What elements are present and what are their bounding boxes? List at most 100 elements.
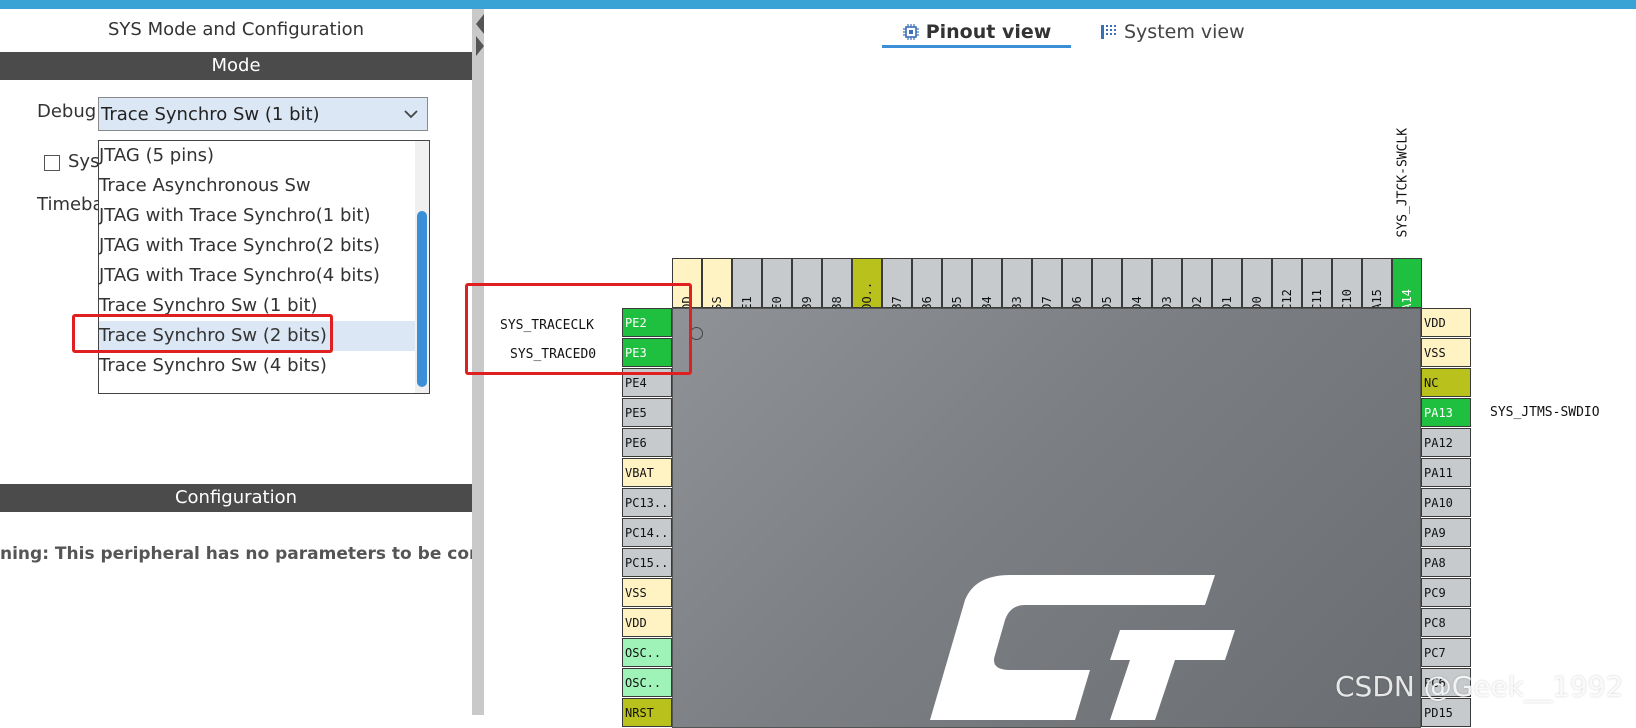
active-tab-indicator [882, 45, 1071, 48]
pin-right-pa10[interactable]: PA10 [1421, 488, 1471, 517]
dropdown-option[interactable]: JTAG with Trace Synchro(2 bits) [99, 231, 415, 261]
pin-top-pd2[interactable]: PD2 [1182, 258, 1212, 308]
pin-top-pd7[interactable]: PD7 [1032, 258, 1062, 308]
chevron-down-icon[interactable] [403, 107, 419, 121]
pin-top-pa15[interactable]: PA15 [1362, 258, 1392, 308]
pin-top-pd3[interactable]: PD3 [1152, 258, 1182, 308]
collapse-left-icon[interactable] [476, 14, 484, 34]
panel-title: SYS Mode and Configuration [108, 19, 364, 40]
watermark: CSDN @Geek__1992 [1335, 670, 1624, 703]
pin-right-pc9[interactable]: PC9 [1421, 578, 1471, 607]
pin-label: BOO.. [860, 281, 874, 308]
pin-label: VSS [710, 296, 724, 308]
debug-select[interactable]: Trace Synchro Sw (1 bit) [98, 97, 428, 131]
pin-label: PC12 [1280, 289, 1294, 308]
sys-checkbox-label: Sys [68, 151, 100, 172]
dropdown-option[interactable]: Trace Asynchronous Sw [99, 171, 415, 201]
pin-left-vbat[interactable]: VBAT [622, 458, 672, 487]
pin-left-pc14[interactable]: PC14.. [622, 518, 672, 547]
chip-icon [902, 24, 919, 40]
pin-label: PE0 [770, 296, 784, 308]
signal-label-pa13[interactable]: SYS_JTMS-SWDIO [1490, 405, 1600, 420]
expand-right-icon[interactable] [476, 36, 484, 56]
pin-label: PD6 [1070, 296, 1084, 308]
pin-right-pa13[interactable]: PA13 [1421, 398, 1471, 427]
pin-label: PA14 [1400, 289, 1414, 308]
pin-top-pb3[interactable]: PB3 [1002, 258, 1032, 308]
st-logo-icon [930, 575, 1235, 720]
pin-right-pc7[interactable]: PC7 [1421, 638, 1471, 667]
pin-top-pd6[interactable]: PD6 [1062, 258, 1092, 308]
pin-label: PB6 [920, 296, 934, 308]
pin-right-nc[interactable]: NC [1421, 368, 1471, 397]
pin-left-pe6[interactable]: PE6 [622, 428, 672, 457]
pin-label: PD4 [1130, 296, 1144, 308]
pin-right-vss[interactable]: VSS [1421, 338, 1471, 367]
pin-left-pe5[interactable]: PE5 [622, 398, 672, 427]
pin-top-pb5[interactable]: PB5 [942, 258, 972, 308]
pin-left-vdd[interactable]: VDD [622, 608, 672, 637]
pin-top-boo[interactable]: BOO.. [852, 258, 882, 308]
pin-top-pc12[interactable]: PC12 [1272, 258, 1302, 308]
pin-label: PB3 [1010, 296, 1024, 308]
tab-pinout-label: Pinout view [925, 21, 1052, 43]
pin-right-pa12[interactable]: PA12 [1421, 428, 1471, 457]
pin-label: PB9 [800, 296, 814, 308]
pin-top-pd1[interactable]: PD1 [1212, 258, 1242, 308]
pin-top-pb9[interactable]: PB9 [792, 258, 822, 308]
pin-label: PB4 [980, 296, 994, 308]
title-strip [0, 0, 1636, 9]
pin-label: PC10 [1340, 289, 1354, 308]
dropdown-option[interactable]: JTAG with Trace Synchro(4 bits) [99, 261, 415, 291]
debug-select-value: Trace Synchro Sw (1 bit) [101, 104, 320, 125]
debug-label: Debug [37, 101, 97, 122]
sys-checkbox[interactable] [44, 155, 60, 171]
pin-top-pb7[interactable]: PB7 [882, 258, 912, 308]
pin-left-pc15[interactable]: PC15.. [622, 548, 672, 577]
pin-top-vss[interactable]: VSS [702, 258, 732, 308]
pin-label: PB5 [950, 296, 964, 308]
pin-left-osc[interactable]: OSC.. [622, 638, 672, 667]
tab-system-view[interactable]: System view [1100, 15, 1245, 49]
pin-top-pd5[interactable]: PD5 [1092, 258, 1122, 308]
pin-label: PA15 [1370, 289, 1384, 308]
debug-dropdown-list[interactable]: JTAG (5 pins) Trace Asynchronous Sw JTAG… [98, 140, 430, 394]
pin-label: PC11 [1310, 289, 1324, 308]
pin-left-osc[interactable]: OSC.. [622, 668, 672, 697]
pin-top-pb4[interactable]: PB4 [972, 258, 1002, 308]
pin-top-pc11[interactable]: PC11 [1302, 258, 1332, 308]
dropdown-option[interactable]: JTAG (5 pins) [99, 141, 415, 171]
dropdown-option[interactable]: Trace Synchro Sw (4 bits) [99, 351, 415, 381]
warning-message: ning: This peripheral has no parameters … [0, 544, 482, 564]
pin-label: PD2 [1190, 296, 1204, 308]
signal-label-pa14[interactable]: SYS_JTCK-SWCLK [1396, 108, 1411, 238]
pin-label: PD1 [1220, 296, 1234, 308]
pin-top-pd0[interactable]: PD0 [1242, 258, 1272, 308]
pin-top-pe0[interactable]: PE0 [762, 258, 792, 308]
configuration-section-header[interactable]: Configuration [0, 484, 472, 512]
pin-right-pc8[interactable]: PC8 [1421, 608, 1471, 637]
pin-right-pa8[interactable]: PA8 [1421, 548, 1471, 577]
pin-left-nrst[interactable]: NRST [622, 698, 672, 727]
pin-top-pb8[interactable]: PB8 [822, 258, 852, 308]
pin-right-vdd[interactable]: VDD [1421, 308, 1471, 337]
pin-top-pd4[interactable]: PD4 [1122, 258, 1152, 308]
pin-left-pc13[interactable]: PC13.. [622, 488, 672, 517]
tab-pinout-view[interactable]: Pinout view [882, 15, 1071, 49]
pin-label: PD5 [1100, 296, 1114, 308]
pin-right-pa11[interactable]: PA11 [1421, 458, 1471, 487]
mode-section-header[interactable]: Mode [0, 52, 472, 80]
pin-right-pa9[interactable]: PA9 [1421, 518, 1471, 547]
pin-left-vss[interactable]: VSS [622, 578, 672, 607]
pin-top-pa14[interactable]: PA14 [1392, 258, 1422, 308]
highlight-box-trace-pins [465, 283, 692, 375]
timebase-label: Timeba [37, 194, 104, 215]
pin-top-pb6[interactable]: PB6 [912, 258, 942, 308]
pin-top-pc10[interactable]: PC10 [1332, 258, 1362, 308]
pin-label: PD3 [1160, 296, 1174, 308]
signal-label-pa14-wrapper[interactable]: SYS_JTCK-SWCLK [1393, 110, 1413, 240]
tab-system-label: System view [1124, 21, 1245, 43]
dropdown-scrollbar-thumb[interactable] [417, 211, 427, 387]
dropdown-option[interactable]: JTAG with Trace Synchro(1 bit) [99, 201, 415, 231]
pin-top-pe1[interactable]: PE1 [732, 258, 762, 308]
